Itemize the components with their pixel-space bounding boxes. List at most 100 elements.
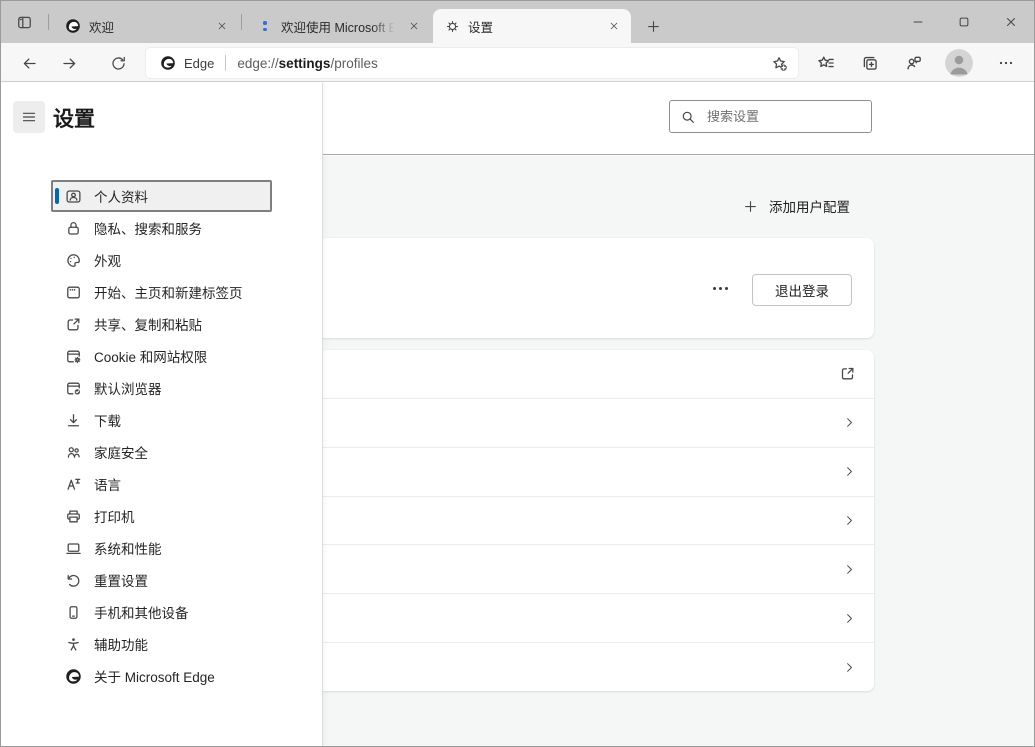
settings-search[interactable]: [669, 100, 872, 133]
sidebar-item-label: 关于 Microsoft Edge: [94, 666, 215, 686]
edge-logo-icon: [160, 55, 176, 71]
plus-icon: [743, 199, 758, 214]
sidebar-item-label: 语言: [94, 474, 121, 494]
palette-icon: [65, 252, 82, 269]
tab-title: 欢迎: [89, 17, 205, 36]
sidebar-item-languages[interactable]: 语言: [51, 468, 272, 500]
sidebar-item-privacy[interactable]: 隐私、搜索和服务: [51, 212, 272, 244]
back-icon: [21, 55, 38, 72]
sidebar-item-label: 外观: [94, 250, 121, 270]
sidebar-item-printers[interactable]: 打印机: [51, 500, 272, 532]
menu-button[interactable]: [13, 101, 45, 133]
sidebar-item-label: 打印机: [94, 506, 135, 526]
sidebar-item-label: 隐私、搜索和服务: [94, 218, 202, 238]
sidebar-item-default-browser[interactable]: 默认浏览器: [51, 372, 272, 404]
window-maximize-button[interactable]: [941, 1, 987, 43]
refresh-icon: [110, 55, 127, 72]
chevron-right-icon: [843, 416, 856, 429]
site-info-button[interactable]: Edge: [160, 55, 214, 71]
sidebar-item-downloads[interactable]: 下载: [51, 404, 272, 436]
tab-welcome[interactable]: 欢迎: [53, 9, 239, 43]
window-minimize-button[interactable]: [895, 1, 941, 43]
gear-icon: [445, 19, 460, 34]
close-tab-icon[interactable]: [605, 17, 623, 35]
refresh-button[interactable]: [105, 50, 131, 76]
sidebar-item-label: 系统和性能: [94, 538, 162, 558]
tab-actions-icon: [16, 14, 33, 31]
toolbar: Edge edge://settings/profiles: [1, 43, 1034, 82]
forward-icon: [61, 55, 78, 72]
reset-icon: [65, 572, 82, 589]
sidebar-item-label: 手机和其他设备: [94, 602, 189, 622]
sidebar-item-label: Cookie 和网站权限: [94, 346, 207, 366]
chevron-right-icon: [843, 465, 856, 478]
sign-out-button[interactable]: 退出登录: [752, 274, 852, 306]
sidebar-item-share-copy-paste[interactable]: 共享、复制和粘贴: [51, 308, 272, 340]
profile-badge-icon: [65, 188, 82, 205]
profile-avatar-button[interactable]: [945, 49, 973, 77]
sidebar-item-accessibility[interactable]: 辅助功能: [51, 628, 272, 660]
sidebar-item-label: 开始、主页和新建标签页: [94, 282, 243, 302]
person-chat-icon: [905, 54, 923, 72]
window-close-button[interactable]: [987, 1, 1035, 43]
maximize-icon: [957, 15, 971, 29]
hamburger-icon: [21, 109, 37, 125]
sidebar-item-start-home-newtab[interactable]: 开始、主页和新建标签页: [51, 276, 272, 308]
back-button[interactable]: [16, 50, 42, 76]
favorites-button[interactable]: [813, 50, 839, 76]
tab-title: 欢迎使用 Microsoft Edge: [281, 17, 397, 36]
tab-settings[interactable]: 设置: [433, 9, 631, 43]
tab-title: 设置: [468, 17, 597, 36]
sidebar-item-family-safety[interactable]: 家庭安全: [51, 436, 272, 468]
browser-window: 欢迎 欢迎使用 Microsoft Edge 设置: [0, 0, 1035, 747]
url-divider: [225, 55, 226, 71]
blue-dots-icon: [257, 21, 273, 31]
settings-more-button[interactable]: [993, 50, 1019, 76]
chevron-right-icon: [843, 612, 856, 625]
settings-nav: 个人资料 隐私、搜索和服务 外观 开始、主页和新建标签页 共享、复制和粘贴: [51, 180, 272, 692]
sidebar-item-label: 重置设置: [94, 570, 148, 590]
profile-more-button[interactable]: [706, 278, 734, 298]
sidebar-item-profiles[interactable]: 个人资料: [51, 180, 272, 212]
settings-sidebar: 设置 个人资料 隐私、搜索和服务 外观 开始、主页和新建标签页: [1, 83, 323, 747]
chevron-right-icon: [843, 514, 856, 527]
site-permissions-icon: [65, 348, 82, 365]
close-tab-icon[interactable]: [405, 17, 423, 35]
collections-button[interactable]: [857, 50, 883, 76]
collections-icon: [861, 54, 879, 72]
languages-icon: [65, 476, 82, 493]
address-bar[interactable]: Edge edge://settings/profiles: [146, 48, 798, 78]
printer-icon: [65, 508, 82, 525]
sidebar-item-cookies-permissions[interactable]: Cookie 和网站权限: [51, 340, 272, 372]
search-input[interactable]: [705, 108, 885, 125]
plus-icon: [646, 19, 661, 34]
avatar: [945, 49, 973, 77]
external-link-icon: [839, 365, 856, 382]
add-profile-label: 添加用户配置: [769, 196, 850, 216]
sidebar-item-system-performance[interactable]: 系统和性能: [51, 532, 272, 564]
tab-welcome-edge[interactable]: 欢迎使用 Microsoft Edge: [245, 9, 431, 43]
favorites-icon: [817, 54, 835, 72]
edge-logo-icon: [65, 668, 82, 685]
add-profile-button[interactable]: 添加用户配置: [743, 192, 850, 220]
browser-essentials-button[interactable]: [901, 50, 927, 76]
favorite-add-button[interactable]: [769, 54, 789, 72]
close-tab-icon[interactable]: [213, 17, 231, 35]
settings-page: 添加用户配置 退出登录: [1, 83, 1034, 747]
new-tab-button[interactable]: [641, 14, 665, 38]
chevron-right-icon: [843, 661, 856, 674]
sidebar-item-about-edge[interactable]: 关于 Microsoft Edge: [51, 660, 272, 692]
search-icon: [680, 109, 696, 125]
sidebar-item-label: 家庭安全: [94, 442, 148, 462]
tab-separator: [241, 14, 242, 30]
tab-actions-button[interactable]: [11, 9, 37, 35]
page-title: 设置: [53, 103, 95, 133]
tab-separator: [48, 14, 49, 30]
forward-button[interactable]: [56, 50, 82, 76]
sidebar-item-phone-devices[interactable]: 手机和其他设备: [51, 596, 272, 628]
sidebar-item-reset-settings[interactable]: 重置设置: [51, 564, 272, 596]
phone-icon: [65, 604, 82, 621]
sidebar-item-label: 默认浏览器: [94, 378, 162, 398]
sidebar-item-appearance[interactable]: 外观: [51, 244, 272, 276]
url-text: edge://settings/profiles: [237, 56, 377, 71]
